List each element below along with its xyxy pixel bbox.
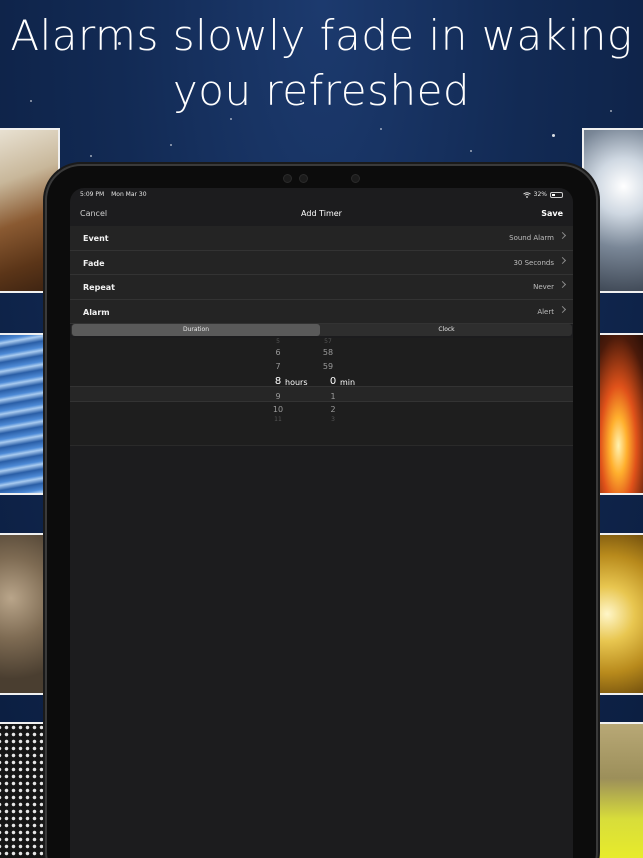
camera-bar	[277, 172, 367, 184]
navigation-bar: Cancel Add Timer Save	[70, 204, 573, 228]
save-button[interactable]: Save	[541, 209, 563, 218]
dance-photo	[594, 722, 643, 858]
hours-option[interactable]: 11	[263, 416, 293, 423]
hours-option[interactable]: 6	[263, 348, 293, 357]
setting-row-event[interactable]: Event Sound Alarm	[70, 226, 573, 251]
status-bar: 5:09 PM Mon Mar 30 32%	[70, 191, 573, 205]
settings-list: Event Sound Alarm Fade 30 Seconds Repeat…	[70, 226, 573, 324]
headline-line-2: you refreshed	[172, 66, 471, 115]
minutes-option[interactable]: 58	[313, 348, 343, 357]
minutes-option[interactable]: 3	[318, 416, 348, 423]
setting-row-repeat[interactable]: Repeat Never	[70, 275, 573, 300]
page-title: Add Timer	[301, 209, 342, 218]
status-right: 32%	[522, 191, 563, 198]
marketing-headline: Alarms slowly fade in waking you refresh…	[0, 8, 643, 118]
segment-duration[interactable]: Duration	[72, 324, 320, 336]
headline-line-1: Alarms slowly fade in waking	[10, 11, 633, 60]
hours-option[interactable]: 7	[263, 362, 293, 371]
wifi-icon	[522, 191, 531, 198]
ipad-device: 5:09 PM Mon Mar 30 32% Cancel Add Timer …	[47, 166, 596, 858]
hours-option[interactable]: 5	[263, 338, 293, 345]
setting-label: Repeat	[83, 283, 115, 292]
status-date: Mon Mar 30	[111, 191, 147, 198]
sensor-icon	[351, 174, 360, 183]
minutes-option[interactable]: 1	[318, 392, 348, 401]
star	[470, 150, 472, 152]
cat-photo	[0, 533, 48, 695]
star	[552, 134, 555, 137]
setting-label: Alarm	[83, 307, 110, 317]
app-screen: 5:09 PM Mon Mar 30 32% Cancel Add Timer …	[70, 188, 573, 858]
hours-option[interactable]: 10	[263, 405, 293, 414]
setting-value: 30 Seconds	[513, 258, 554, 267]
sensor-icon	[283, 174, 292, 183]
chevron-right-icon	[558, 280, 567, 289]
chevron-right-icon	[558, 305, 567, 313]
hours-option[interactable]: 9	[263, 392, 293, 401]
minutes-option[interactable]: 57	[313, 338, 343, 345]
setting-row-fade[interactable]: Fade 30 Seconds	[70, 251, 573, 275]
status-time: 5:09 PM	[80, 191, 105, 198]
blinds-photo	[0, 333, 48, 495]
minutes-option[interactable]: 59	[313, 362, 343, 371]
setting-label: Event	[83, 234, 109, 243]
hours-unit-label: hours	[285, 378, 308, 387]
star	[170, 144, 172, 146]
setting-value: Never	[533, 283, 554, 291]
camera-icon	[299, 174, 308, 183]
star	[90, 155, 92, 157]
minutes-option[interactable]: 2	[318, 405, 348, 414]
chevron-right-icon	[558, 231, 567, 240]
star	[230, 118, 232, 120]
segment-clock[interactable]: Clock	[322, 324, 571, 336]
fire-photo	[594, 333, 643, 495]
status-left: 5:09 PM Mon Mar 30	[80, 191, 147, 198]
chevron-right-icon	[558, 256, 567, 264]
clock-photo	[594, 533, 643, 695]
setting-value: Sound Alarm	[509, 234, 554, 242]
mode-segmented-control: Duration Clock	[71, 324, 572, 336]
star	[380, 128, 382, 130]
battery-percent: 32%	[533, 191, 547, 198]
grid-photo	[0, 722, 48, 858]
setting-row-alarm[interactable]: Alarm Alert	[70, 300, 573, 324]
duration-picker[interactable]: 5 6 7 8 hours 9 10 11 57 58 59 0 min 1 2…	[70, 338, 573, 446]
battery-icon	[550, 191, 563, 198]
setting-label: Fade	[83, 258, 105, 268]
setting-value: Alert	[537, 307, 554, 316]
minutes-unit-label: min	[340, 378, 356, 387]
